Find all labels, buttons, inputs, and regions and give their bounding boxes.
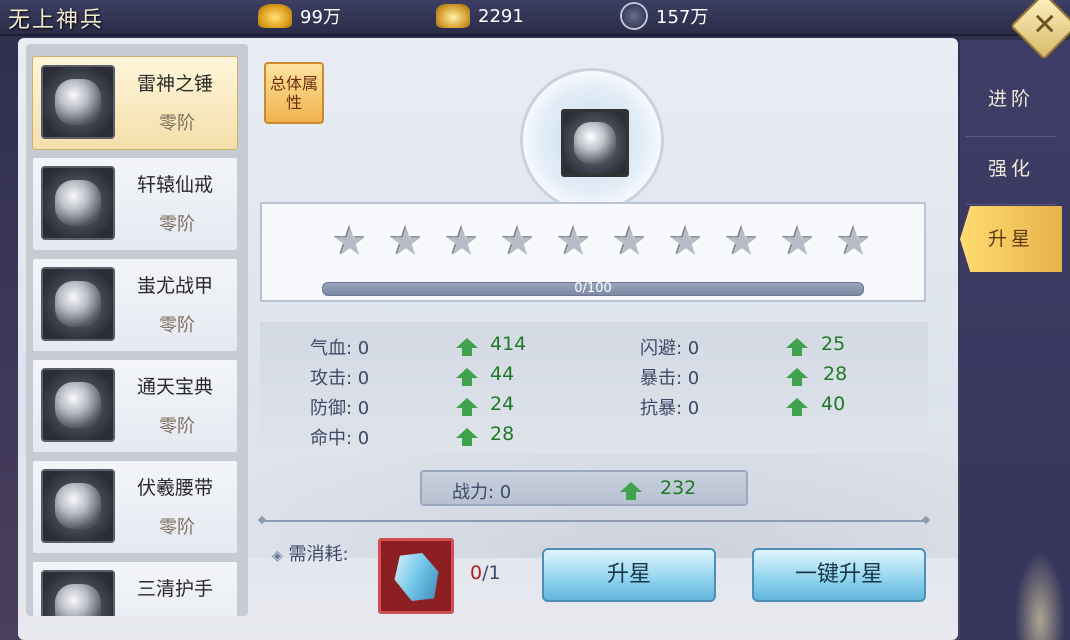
star-icon: ★: [444, 219, 480, 265]
material-have: 0: [470, 562, 483, 584]
divider: [262, 520, 926, 522]
arrow-up-icon: [456, 428, 478, 446]
equipment-level: 零阶: [159, 113, 195, 134]
tab-enhance[interactable]: 强化: [960, 136, 1062, 202]
hammer-icon: [41, 65, 115, 139]
arrow-up-icon: [620, 482, 642, 500]
page-title: 无上神兵: [8, 8, 105, 33]
arrow-up-icon: [786, 398, 808, 416]
selected-equipment-medallion: [520, 68, 664, 212]
stats-panel: 气血: 0 414 攻击: 0 44 防御: 0 24 命中: 0 28 闪避:…: [260, 322, 928, 454]
hammer-icon: [561, 109, 629, 177]
gold-ingot-icon: [258, 4, 292, 28]
equipment-name: 雷神之锤: [137, 73, 214, 95]
amulet-icon: [41, 368, 115, 442]
stat-hit-gain: 28: [490, 423, 515, 445]
gold-resource: 99万: [248, 2, 408, 30]
crystal-icon: [387, 545, 446, 609]
close-icon: ✕: [1032, 7, 1058, 43]
stat-dodge-gain: 25: [821, 333, 846, 355]
cost-label: ◈ 需消耗:: [272, 540, 349, 566]
stat-defense: 防御: 0: [310, 398, 370, 419]
equipment-name: 伏羲腰带: [137, 477, 214, 499]
stat-crit-resist-gain: 40: [821, 393, 846, 415]
star-icon: ★: [556, 219, 592, 265]
one-key-star-up-button[interactable]: 一键升星: [752, 548, 926, 602]
material-count: 0/1: [470, 562, 501, 584]
stat-defense-gain: 24: [490, 393, 515, 415]
equipment-item-hammer[interactable]: 雷神之锤 零阶: [32, 56, 238, 150]
stat-attack-gain: 44: [490, 363, 515, 385]
star-icon: ★: [668, 219, 704, 265]
arrow-up-icon: [456, 338, 478, 356]
equipment-name: 轩辕仙戒: [137, 174, 214, 196]
equipment-level: 零阶: [159, 214, 195, 235]
tab-star-up[interactable]: 升星: [960, 206, 1062, 272]
belt-icon: [41, 469, 115, 543]
stat-crit: 暴击: 0: [640, 368, 700, 389]
silver-coin-icon: [620, 2, 648, 30]
equipment-item-ring[interactable]: 轩辕仙戒 零阶: [32, 157, 238, 251]
silver-value: 157万: [656, 7, 709, 28]
tab-advance[interactable]: 进阶: [960, 66, 1062, 132]
star-icon: ★: [612, 219, 648, 265]
bound-gold-resource: 2291: [426, 2, 586, 30]
equipment-name: 通天宝典: [137, 376, 214, 398]
equipment-item-belt[interactable]: 伏羲腰带 零阶: [32, 460, 238, 554]
power-label: 战力: 0: [452, 482, 512, 503]
star-row: ★ ★ ★ ★ ★ ★ ★ ★ ★ ★: [332, 219, 872, 265]
equipment-level: 零阶: [159, 517, 195, 538]
stat-crit-gain: 28: [823, 363, 848, 385]
combat-power-bar: 战力: 0 232: [420, 470, 748, 506]
equipment-item-armor[interactable]: 蚩尤战甲 零阶: [32, 258, 238, 352]
silver-resource: 157万: [610, 2, 770, 30]
star-stone-material[interactable]: [378, 538, 454, 614]
stat-hp: 气血: 0: [310, 338, 370, 359]
total-attributes-button[interactable]: 总体属性: [264, 62, 324, 124]
equipment-level: 零阶: [159, 416, 195, 437]
bound-ingot-icon: [436, 4, 470, 28]
gauntlet-icon: [41, 570, 115, 616]
star-icon: ★: [724, 219, 760, 265]
equipment-item-gauntlet[interactable]: 三清护手 零阶: [32, 561, 238, 616]
bound-gold-value: 2291: [478, 5, 524, 27]
gold-value: 99万: [300, 7, 341, 28]
equipment-level: 零阶: [159, 315, 195, 336]
material-need: /1: [482, 562, 501, 584]
stat-dodge: 闪避: 0: [640, 338, 700, 359]
diamond-bullet-icon: ◈: [272, 548, 283, 564]
arrow-up-icon: [786, 338, 808, 356]
equipment-list[interactable]: 雷神之锤 零阶 轩辕仙戒 零阶 蚩尤战甲 零阶 通天宝典 零阶 伏羲腰带 零阶 …: [26, 44, 248, 616]
stat-hp-gain: 414: [490, 333, 527, 355]
star-icon: ★: [388, 219, 424, 265]
power-gain: 232: [660, 477, 697, 499]
progress-text: 0/100: [574, 281, 612, 296]
ring-icon: [41, 166, 115, 240]
lantern-decoration: [1010, 540, 1070, 640]
top-bar: 无上神兵 99万 2291 157万: [0, 0, 1070, 36]
stat-crit-resist: 抗暴: 0: [640, 398, 700, 419]
stat-hit: 命中: 0: [310, 428, 370, 449]
equipment-item-book[interactable]: 通天宝典 零阶: [32, 359, 238, 453]
equipment-name: 三清护手: [137, 578, 214, 600]
star-up-button[interactable]: 升星: [542, 548, 716, 602]
star-icon: ★: [500, 219, 536, 265]
armor-icon: [41, 267, 115, 341]
star-panel: ★ ★ ★ ★ ★ ★ ★ ★ ★ ★ 0/100: [260, 202, 926, 302]
stat-attack: 攻击: 0: [310, 368, 370, 389]
arrow-up-icon: [456, 368, 478, 386]
equipment-name: 蚩尤战甲: [137, 275, 214, 297]
star-progress-bar: 0/100: [322, 281, 864, 296]
cost-text: 需消耗:: [288, 544, 349, 565]
equipment-level: 零阶: [159, 614, 195, 616]
star-icon: ★: [332, 219, 368, 265]
star-icon: ★: [780, 219, 816, 265]
arrow-up-icon: [786, 368, 808, 386]
arrow-up-icon: [456, 398, 478, 416]
star-icon: ★: [836, 219, 872, 265]
